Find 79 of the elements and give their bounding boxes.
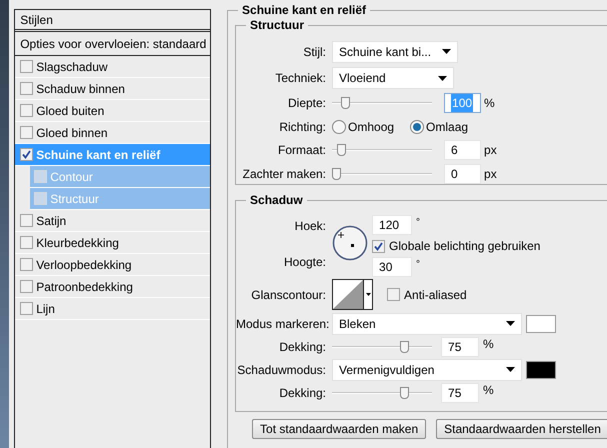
style-item[interactable]: Patroonbedekking — [15, 276, 210, 298]
field-label: Diepte: — [286, 95, 328, 112]
unit-label: px — [484, 142, 497, 160]
checkbox[interactable] — [34, 192, 48, 205]
color-swatch[interactable] — [526, 314, 556, 332]
field-label: Zachter maken: — [242, 166, 328, 183]
checkbox[interactable] — [20, 280, 34, 293]
checkbox[interactable] — [20, 104, 34, 117]
checkbox[interactable] — [20, 148, 34, 161]
checkmark-icon — [22, 150, 32, 159]
checkbox[interactable] — [34, 170, 48, 183]
radio-button — [410, 120, 424, 134]
value-field[interactable]: 0 — [444, 164, 482, 184]
dropdown[interactable]: Schuine kant bi... — [332, 40, 458, 63]
field-label: Modus markeren: — [236, 316, 330, 332]
style-item[interactable]: Verloopbedekking — [15, 254, 210, 276]
field-label: Stijl: — [302, 44, 328, 61]
global-light-checkbox[interactable]: Globale belichting gebruiken — [372, 237, 540, 255]
dropdown[interactable]: Bleken — [332, 312, 522, 334]
caret-icon — [442, 49, 452, 54]
slider-thumb[interactable] — [337, 144, 346, 156]
color-swatch[interactable] — [526, 360, 556, 378]
slider-thumb[interactable] — [400, 386, 410, 398]
field-label: Hoek: — [294, 218, 328, 235]
unit-label: % — [483, 336, 494, 353]
checkbox[interactable] — [20, 82, 34, 95]
field-label: Dekking: — [278, 338, 328, 356]
slider-thumb[interactable] — [332, 168, 342, 180]
unit-label: % — [484, 95, 495, 112]
style-item[interactable]: Lijn — [15, 298, 210, 320]
field-label: Schaduwmodus: — [236, 362, 328, 378]
opacity-field[interactable]: 75 — [441, 382, 480, 402]
checkbox[interactable] — [372, 240, 386, 252]
checkbox[interactable] — [20, 302, 34, 315]
checkbox[interactable] — [387, 288, 400, 301]
list-header: Stijlen — [15, 10, 210, 32]
style-item[interactable]: Satijn — [15, 210, 210, 232]
gloss-contour-picker[interactable] — [332, 279, 374, 310]
checkbox[interactable] — [20, 214, 34, 227]
contour-icon — [333, 280, 364, 309]
angle-field[interactable]: 120 — [372, 215, 412, 235]
altitude-field[interactable]: 30 — [372, 257, 412, 277]
checkmark-icon — [374, 242, 384, 250]
radio-button — [332, 120, 346, 134]
opacity-field[interactable]: 75 — [441, 336, 480, 356]
slider-thumb[interactable] — [400, 340, 410, 352]
style-item[interactable]: Schaduw binnen — [15, 78, 210, 100]
checkbox[interactable] — [20, 236, 34, 249]
dropdown[interactable]: Vermenigvuldigen — [332, 358, 522, 380]
angle-dial[interactable] — [332, 225, 368, 261]
style-item[interactable]: Gloed buiten — [15, 100, 210, 122]
unit-label: % — [483, 382, 494, 399]
field-label: Formaat: — [277, 142, 328, 160]
unit-label: ° — [416, 258, 420, 272]
field-label: Hoogte: — [282, 254, 328, 271]
field-label: Dekking: — [278, 384, 328, 402]
blending-options[interactable]: Opties voor overvloeien: standaard — [15, 32, 210, 56]
unit-label: px — [484, 166, 497, 183]
radio-option[interactable]: Omhoog — [332, 118, 394, 136]
value-field[interactable]: 6 — [444, 140, 482, 160]
caret-icon — [366, 293, 371, 296]
dropdown[interactable]: Vloeiend — [332, 67, 454, 90]
radio-option[interactable]: Omlaag — [410, 118, 468, 136]
style-item[interactable]: Kleurbedekking — [15, 232, 210, 254]
checkbox[interactable] — [20, 258, 34, 271]
caret-icon — [438, 76, 448, 81]
field-label: Techniek: — [274, 70, 328, 88]
field-label: Richting: — [278, 118, 328, 136]
caret-icon — [506, 321, 516, 326]
checkbox[interactable] — [20, 60, 34, 73]
caret-icon — [506, 367, 516, 372]
anti-aliased-checkbox[interactable]: Anti-aliased — [387, 286, 467, 304]
slider-thumb[interactable] — [341, 97, 350, 110]
field-label: Glanscontour: — [250, 286, 328, 304]
action-button[interactable]: Tot standaardwaarden maken — [252, 419, 426, 439]
unit-label: ° — [416, 216, 420, 230]
style-item[interactable]: Slagschaduw — [15, 56, 210, 78]
action-button[interactable]: Standaardwaarden herstellen — [436, 419, 607, 439]
checkbox[interactable] — [20, 126, 34, 139]
